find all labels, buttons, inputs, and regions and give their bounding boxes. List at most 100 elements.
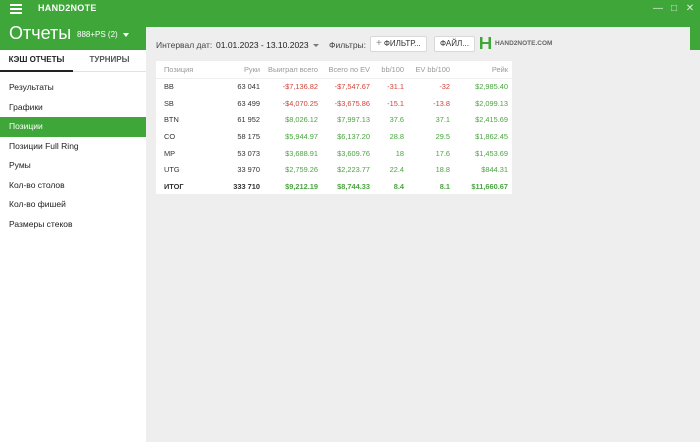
hand2note-logo-icon (480, 37, 491, 50)
cell-ev-bb100: -32 (439, 82, 450, 92)
interval-label: Интервал дат: (156, 40, 213, 50)
cell-won-total: $2,759.26 (285, 165, 318, 175)
maximize-icon[interactable]: □ (668, 2, 680, 15)
table-row[interactable]: BTN 61 952 $8,026.12 $7,997.13 37.6 37.1… (156, 111, 512, 128)
cell-rake: $1,862.45 (475, 131, 508, 141)
cell-total-ev: -$3,675.86 (334, 98, 370, 108)
cell-total-ev: $7,997.13 (337, 115, 370, 125)
positions-table: Позиция Руки Выиграл всего Всего по EV b… (156, 61, 512, 195)
sidebar-item-positions-full-ring[interactable]: Позиции Full Ring (0, 137, 146, 157)
table-row[interactable]: UTG 33 970 $2,759.26 $2,223.77 22.4 18.8… (156, 161, 512, 178)
cell-ev-bb100: 29.5 (435, 131, 450, 141)
cell-position: UTG (164, 165, 180, 175)
date-range-selector[interactable]: 01.01.2023 - 13.10.2023 (216, 40, 319, 50)
app-window: HAND2NOTE — □ ✕ Отчеты 888+PS (2) КЭШ ОТ… (0, 0, 700, 442)
cell-bb100: 22.4 (389, 165, 404, 175)
date-range-value: 01.01.2023 - 13.10.2023 (216, 40, 309, 50)
main-panel: Интервал дат: 01.01.2023 - 13.10.2023 Фи… (146, 27, 690, 442)
cell-hands: 333 710 (233, 181, 260, 191)
cell-bb100: 28.8 (389, 131, 404, 141)
cell-hands: 58 175 (237, 131, 260, 141)
hamburger-menu-icon[interactable] (10, 4, 22, 14)
cell-rake: $1,453.69 (475, 148, 508, 158)
cell-won-total: -$7,136.82 (282, 82, 318, 92)
column-header-bb100[interactable]: bb/100 (374, 61, 408, 79)
table-row[interactable]: BB 63 041 -$7,136.82 -$7,547.67 -31.1 -3… (156, 78, 512, 95)
cell-hands: 33 970 (237, 165, 260, 175)
cell-hands: 63 499 (237, 98, 260, 108)
cell-ev-bb100: 37.1 (435, 115, 450, 125)
column-header-ev-bb100[interactable]: EV bb/100 (408, 61, 454, 79)
cell-total-ev: $8,744.33 (337, 181, 370, 191)
cell-won-total: $8,026.12 (285, 115, 318, 125)
cell-rake: $2,985.40 (475, 82, 508, 92)
cell-bb100: -15.1 (387, 98, 404, 108)
cell-bb100: 8.4 (393, 181, 404, 191)
cell-position: BTN (164, 115, 179, 125)
cell-total-ev: $6,137.20 (337, 131, 370, 141)
sidebar-item-rooms[interactable]: Румы (0, 156, 146, 176)
cell-won-total: $5,944.97 (285, 131, 318, 141)
table-total-row: ИТОГ 333 710 $9,212.19 $8,744.33 8.4 8.1… (156, 178, 512, 195)
cell-ev-bb100: 17.6 (435, 148, 450, 158)
column-header-position[interactable]: Позиция (156, 61, 218, 79)
logo-text: HAND2NOTE.COM (495, 40, 553, 47)
table-row[interactable]: CO 58 175 $5,944.97 $6,137.20 28.8 29.5 … (156, 128, 512, 145)
column-header-won-total[interactable]: Выиграл всего (264, 61, 322, 79)
minimize-icon[interactable]: — (652, 2, 664, 15)
cell-hands: 61 952 (237, 115, 260, 125)
column-header-hands[interactable]: Руки (218, 61, 264, 79)
cell-position: ИТОГ (164, 181, 184, 191)
column-header-total-ev[interactable]: Всего по EV (322, 61, 374, 79)
title-bar: HAND2NOTE — □ ✕ (0, 0, 700, 18)
report-tabs: КЭШ ОТЧЕТЫ ТУРНИРЫ (0, 50, 146, 72)
file-button[interactable]: ФАЙЛ... (434, 36, 475, 52)
cell-total-ev: $3,609.76 (337, 148, 370, 158)
sidebar-item-table-count[interactable]: Кол-во столов (0, 176, 146, 196)
add-filter-label: ФИЛЬТР... (383, 39, 421, 48)
cell-bb100: 37.6 (389, 115, 404, 125)
sidebar-item-graphs[interactable]: Графики (0, 98, 146, 118)
column-header-rake[interactable]: Рейк (454, 61, 512, 79)
cell-bb100: 18 (395, 148, 404, 158)
plus-icon: + (376, 38, 382, 49)
sidebar-item-chip-count[interactable]: Кол-во фишей (0, 195, 146, 215)
app-title: HAND2NOTE (38, 3, 97, 13)
chevron-down-icon (312, 44, 319, 48)
chevron-down-icon (122, 32, 129, 37)
close-icon[interactable]: ✕ (684, 2, 696, 15)
cell-bb100: -31.1 (387, 82, 404, 92)
tab-tournaments[interactable]: ТУРНИРЫ (73, 50, 146, 72)
cell-position: SB (164, 98, 174, 108)
cell-total-ev: -$7,547.67 (334, 82, 370, 92)
room-selector[interactable]: 888+PS (2) (77, 30, 129, 39)
positions-table-card: Позиция Руки Выиграл всего Всего по EV b… (156, 61, 512, 194)
table-header-row: Позиция Руки Выиграл всего Всего по EV b… (156, 61, 512, 79)
page-title: Отчеты (9, 23, 72, 43)
tab-cash-reports[interactable]: КЭШ ОТЧЕТЫ (0, 50, 73, 72)
cell-rake: $2,415.69 (475, 115, 508, 125)
cell-position: CO (164, 131, 176, 141)
add-filter-button[interactable]: + ФИЛЬТР... (370, 36, 427, 52)
sidebar-item-results[interactable]: Результаты (0, 78, 146, 98)
cell-hands: 53 073 (237, 148, 260, 158)
table-row[interactable]: MP 53 073 $3,688.91 $3,609.76 18 17.6 $1… (156, 145, 512, 162)
cell-position: MP (164, 148, 176, 158)
sidebar: КЭШ ОТЧЕТЫ ТУРНИРЫ Результаты Графики По… (0, 50, 146, 442)
cell-won-total: $9,212.19 (285, 181, 318, 191)
table-row[interactable]: SB 63 499 -$4,070.25 -$3,675.86 -15.1 -1… (156, 95, 512, 112)
sidebar-item-positions[interactable]: Позиции (0, 117, 146, 137)
cell-ev-bb100: 8.1 (439, 181, 450, 191)
cell-rake: $2,099.13 (475, 98, 508, 108)
cell-ev-bb100: 18.8 (435, 165, 450, 175)
cell-ev-bb100: -13.8 (433, 98, 450, 108)
cell-position: BB (164, 82, 174, 92)
cell-rake: $11,660.67 (471, 181, 508, 191)
hand2note-logo: HAND2NOTE.COM (480, 37, 552, 51)
filters-label: Фильтры: (329, 40, 367, 50)
sidebar-item-stack-sizes[interactable]: Размеры стеков (0, 215, 146, 235)
cell-rake: $844.31 (481, 165, 508, 175)
cell-won-total: $3,688.91 (285, 148, 318, 158)
cell-total-ev: $2,223.77 (337, 165, 370, 175)
cell-hands: 63 041 (237, 82, 260, 92)
